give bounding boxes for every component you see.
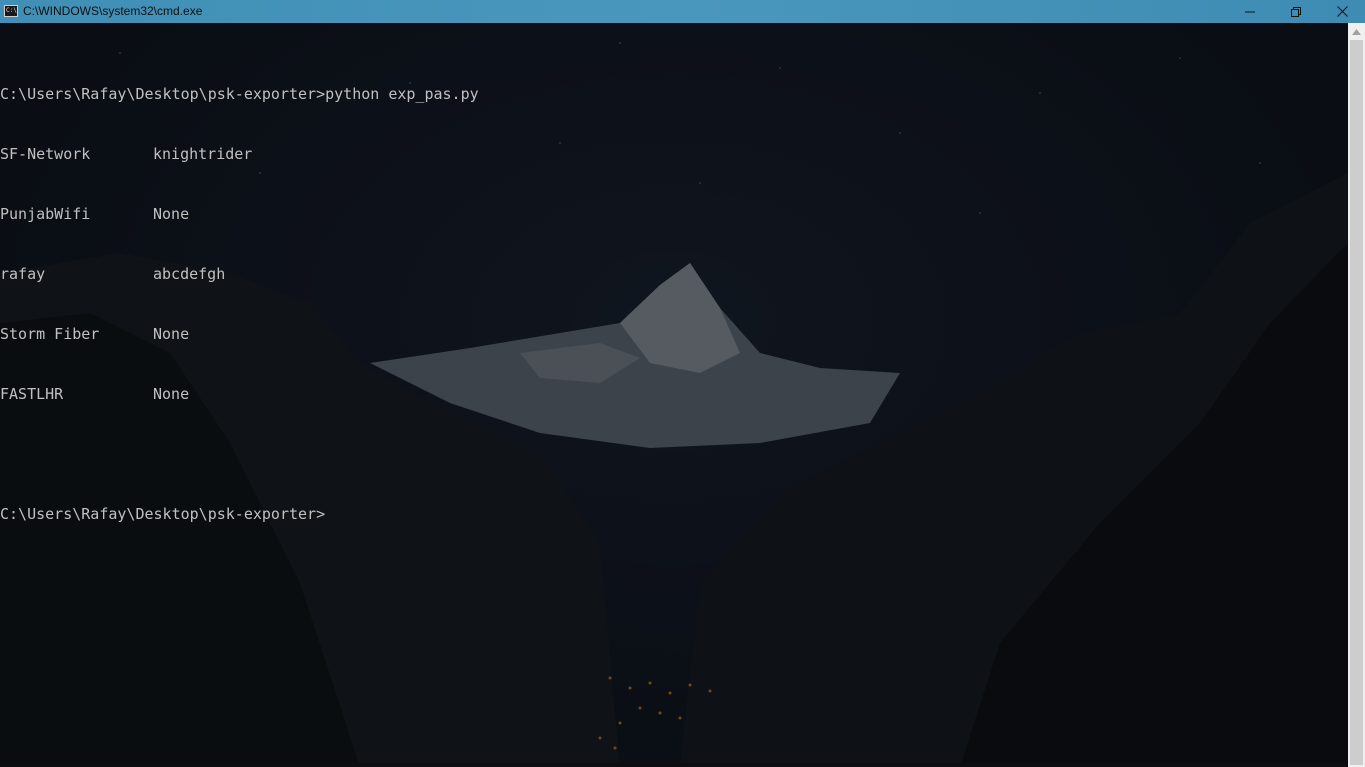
minimize-button[interactable] <box>1227 0 1273 23</box>
scrollbar-thumb[interactable] <box>1350 40 1363 765</box>
console-area[interactable]: C:\Users\Rafay\Desktop\psk-exporter>pyth… <box>0 23 1348 767</box>
ssid-cell: FASTLHR <box>0 385 64 403</box>
prompt-line[interactable]: C:\Users\Rafay\Desktop\psk-exporter> <box>0 504 479 524</box>
cmd-window: C:\ C:\WINDOWS\system32\cmd.exe C:\Users… <box>0 0 1365 767</box>
cmd-icon[interactable]: C:\ <box>4 5 18 17</box>
command-line: C:\Users\Rafay\Desktop\psk-exporter>pyth… <box>0 85 479 103</box>
output-row: rafay abcdefgh <box>0 264 479 284</box>
restore-icon <box>1291 6 1301 17</box>
ssid-cell: Storm Fiber <box>0 325 100 343</box>
close-icon <box>1336 6 1348 17</box>
password-cell: knightrider <box>153 145 253 163</box>
restore-button[interactable] <box>1273 0 1319 23</box>
output-row: PunjabWifi None <box>0 204 479 224</box>
output-row: FASTLHR None <box>0 384 479 404</box>
vertical-scrollbar[interactable] <box>1348 23 1365 767</box>
ssid-cell: rafay <box>0 265 46 283</box>
output-row: Storm Fiber None <box>0 324 479 344</box>
ssid-cell: PunjabWifi <box>0 205 91 223</box>
minimize-icon <box>1245 11 1255 12</box>
ssid-cell: SF-Network <box>0 145 91 163</box>
password-cell: None <box>153 325 190 343</box>
title-bar[interactable]: C:\ C:\WINDOWS\system32\cmd.exe <box>0 0 1365 23</box>
password-cell: None <box>153 205 190 223</box>
window-title: C:\WINDOWS\system32\cmd.exe <box>23 4 203 18</box>
password-cell: None <box>153 385 190 403</box>
scroll-up-button[interactable] <box>1348 23 1365 40</box>
window-bottom-edge <box>0 763 1348 767</box>
output-row: SF-Network knightrider <box>0 144 479 164</box>
chevron-up-icon <box>1352 28 1361 35</box>
password-cell: abcdefgh <box>153 265 226 283</box>
console-output: C:\Users\Rafay\Desktop\psk-exporter>pyth… <box>0 44 479 564</box>
close-button[interactable] <box>1319 0 1365 23</box>
